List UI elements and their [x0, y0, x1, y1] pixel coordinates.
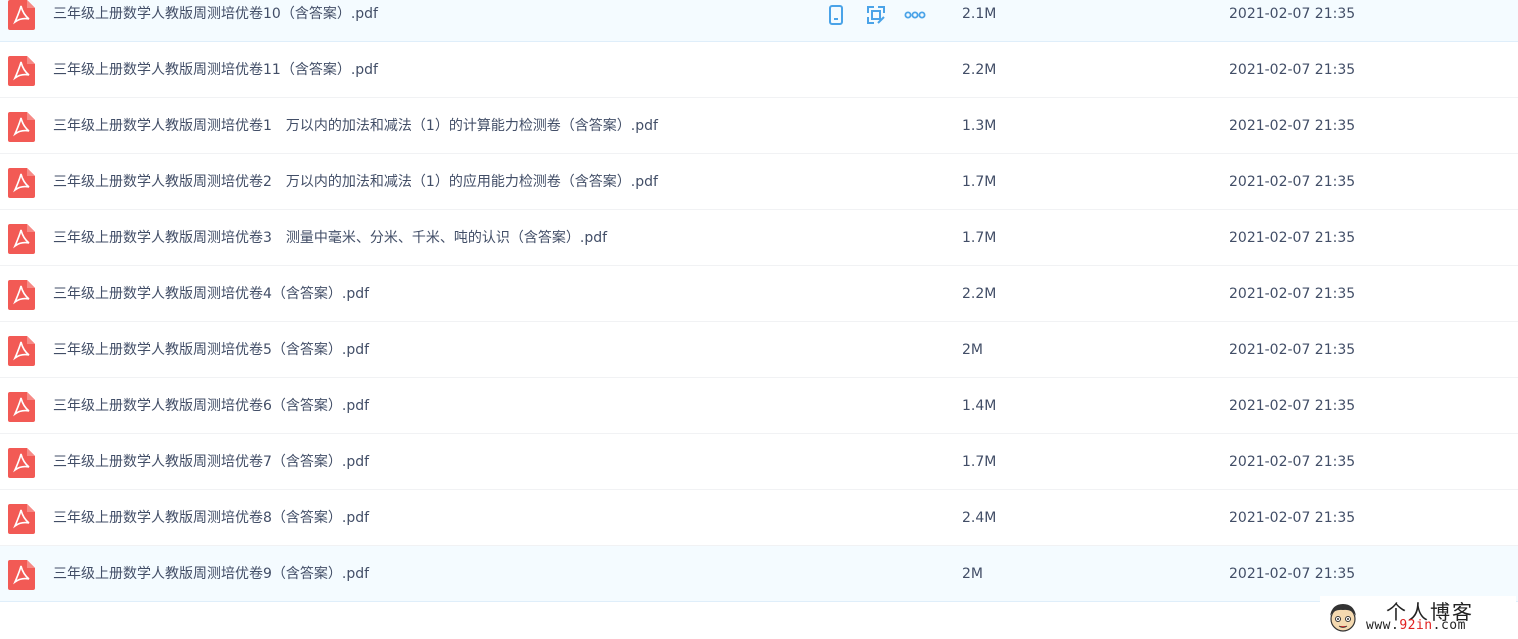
file-row[interactable]: 三年级上册数学人教版周测培优卷1 万以内的加法和减法（1）的计算能力检测卷（含答…	[0, 98, 1518, 154]
pdf-file-icon	[8, 56, 35, 86]
file-name[interactable]: 三年级上册数学人教版周测培优卷10（含答案）.pdf	[53, 0, 378, 42]
file-size: 2.2M	[962, 286, 997, 302]
pdf-file-icon	[8, 560, 35, 590]
file-row[interactable]: 三年级上册数学人教版周测培优卷11（含答案）.pdf 2.2M 2021-02-…	[0, 42, 1518, 98]
file-row[interactable]: 三年级上册数学人教版周测培优卷6（含答案）.pdf 1.4M 2021-02-0…	[0, 378, 1518, 434]
file-date: 2021-02-07 21:35	[1229, 510, 1356, 526]
share-icon[interactable]	[865, 4, 887, 26]
file-row[interactable]: 三年级上册数学人教版周测培优卷9（含答案）.pdf 2M 2021-02-07 …	[0, 546, 1518, 602]
file-name[interactable]: 三年级上册数学人教版周测培优卷5（含答案）.pdf	[53, 322, 369, 378]
file-date: 2021-02-07 21:35	[1229, 342, 1356, 358]
file-size: 2M	[962, 566, 983, 582]
file-date: 2021-02-07 21:35	[1229, 286, 1356, 302]
file-name[interactable]: 三年级上册数学人教版周测培优卷7（含答案）.pdf	[53, 434, 369, 490]
file-size: 2.1M	[962, 6, 997, 22]
file-name[interactable]: 三年级上册数学人教版周测培优卷6（含答案）.pdf	[53, 378, 369, 434]
blog-watermark: 个人博客 www.92in.com	[1320, 596, 1516, 636]
file-size: 1.3M	[962, 118, 997, 134]
more-icon[interactable]	[904, 4, 926, 26]
file-date: 2021-02-07 21:35	[1229, 118, 1356, 134]
file-size: 1.7M	[962, 454, 997, 470]
file-row[interactable]: 三年级上册数学人教版周测培优卷4（含答案）.pdf 2.2M 2021-02-0…	[0, 266, 1518, 322]
file-row[interactable]: 三年级上册数学人教版周测培优卷3 测量中毫米、分米、千米、吨的认识（含答案）.p…	[0, 210, 1518, 266]
file-size: 1.4M	[962, 398, 997, 414]
phone-icon[interactable]	[825, 4, 847, 26]
pdf-file-icon	[8, 112, 35, 142]
file-size: 2.2M	[962, 62, 997, 78]
pdf-file-icon	[8, 168, 35, 198]
watermark-url: www.92in.com	[1366, 618, 1466, 633]
file-date: 2021-02-07 21:35	[1229, 398, 1356, 414]
file-name[interactable]: 三年级上册数学人教版周测培优卷4（含答案）.pdf	[53, 266, 369, 322]
file-row[interactable]: 三年级上册数学人教版周测培优卷7（含答案）.pdf 1.7M 2021-02-0…	[0, 434, 1518, 490]
file-name[interactable]: 三年级上册数学人教版周测培优卷3 测量中毫米、分米、千米、吨的认识（含答案）.p…	[53, 210, 607, 266]
file-date: 2021-02-07 21:35	[1229, 6, 1356, 22]
file-size: 1.7M	[962, 174, 997, 190]
file-row[interactable]: 三年级上册数学人教版周测培优卷2 万以内的加法和减法（1）的应用能力检测卷（含答…	[0, 154, 1518, 210]
file-name[interactable]: 三年级上册数学人教版周测培优卷1 万以内的加法和减法（1）的计算能力检测卷（含答…	[53, 98, 658, 154]
file-date: 2021-02-07 21:35	[1229, 62, 1356, 78]
file-date: 2021-02-07 21:35	[1229, 174, 1356, 190]
file-date: 2021-02-07 21:35	[1229, 566, 1356, 582]
pdf-file-icon	[8, 0, 35, 30]
file-row[interactable]: 三年级上册数学人教版周测培优卷10（含答案）.pdf 2.1M 2021-02-…	[0, 0, 1518, 42]
pdf-file-icon	[8, 224, 35, 254]
file-date: 2021-02-07 21:35	[1229, 230, 1356, 246]
file-name[interactable]: 三年级上册数学人教版周测培优卷2 万以内的加法和减法（1）的应用能力检测卷（含答…	[53, 154, 658, 210]
file-name[interactable]: 三年级上册数学人教版周测培优卷9（含答案）.pdf	[53, 546, 369, 602]
pdf-file-icon	[8, 392, 35, 422]
file-size: 2.4M	[962, 510, 997, 526]
pdf-file-icon	[8, 504, 35, 534]
pdf-file-icon	[8, 448, 35, 478]
pdf-file-icon	[8, 336, 35, 366]
file-list: 三年级上册数学人教版周测培优卷10（含答案）.pdf 2.1M 2021-02-…	[0, 0, 1518, 602]
file-row[interactable]: 三年级上册数学人教版周测培优卷8（含答案）.pdf 2.4M 2021-02-0…	[0, 490, 1518, 546]
file-date: 2021-02-07 21:35	[1229, 454, 1356, 470]
file-name[interactable]: 三年级上册数学人教版周测培优卷11（含答案）.pdf	[53, 42, 378, 98]
file-name[interactable]: 三年级上册数学人教版周测培优卷8（含答案）.pdf	[53, 490, 369, 546]
pdf-file-icon	[8, 280, 35, 310]
cartoon-face-icon	[1330, 604, 1356, 632]
file-size: 2M	[962, 342, 983, 358]
file-row[interactable]: 三年级上册数学人教版周测培优卷5（含答案）.pdf 2M 2021-02-07 …	[0, 322, 1518, 378]
file-size: 1.7M	[962, 230, 997, 246]
